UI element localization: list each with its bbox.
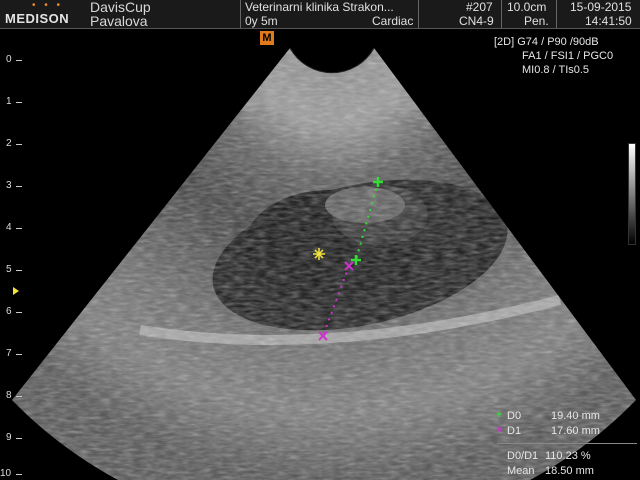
ratio-value: 110.23 % bbox=[545, 450, 591, 462]
mean-value: 18.50 mm bbox=[545, 465, 594, 477]
ratio-label: D0/D1 bbox=[507, 450, 539, 462]
mean-label: Mean bbox=[507, 465, 535, 477]
d0-caliper-line bbox=[355, 181, 379, 261]
d1-caliper-line bbox=[322, 265, 350, 337]
measurement-divider bbox=[497, 443, 637, 444]
d1-value: 17.60 mm bbox=[551, 425, 600, 437]
d1-label: D1 bbox=[507, 425, 522, 437]
d1-symbol-icon: × bbox=[496, 424, 503, 436]
d0-label: D0 bbox=[507, 410, 522, 422]
d0-symbol-icon: + bbox=[496, 409, 503, 421]
d0-value: 19.40 mm bbox=[551, 410, 600, 422]
caliper-overlay bbox=[313, 177, 383, 341]
d1-caliper-end[interactable] bbox=[318, 331, 328, 341]
cursor-star-icon bbox=[313, 248, 325, 260]
d0-caliper-start[interactable] bbox=[373, 177, 383, 187]
d1-caliper-start[interactable] bbox=[344, 261, 354, 271]
